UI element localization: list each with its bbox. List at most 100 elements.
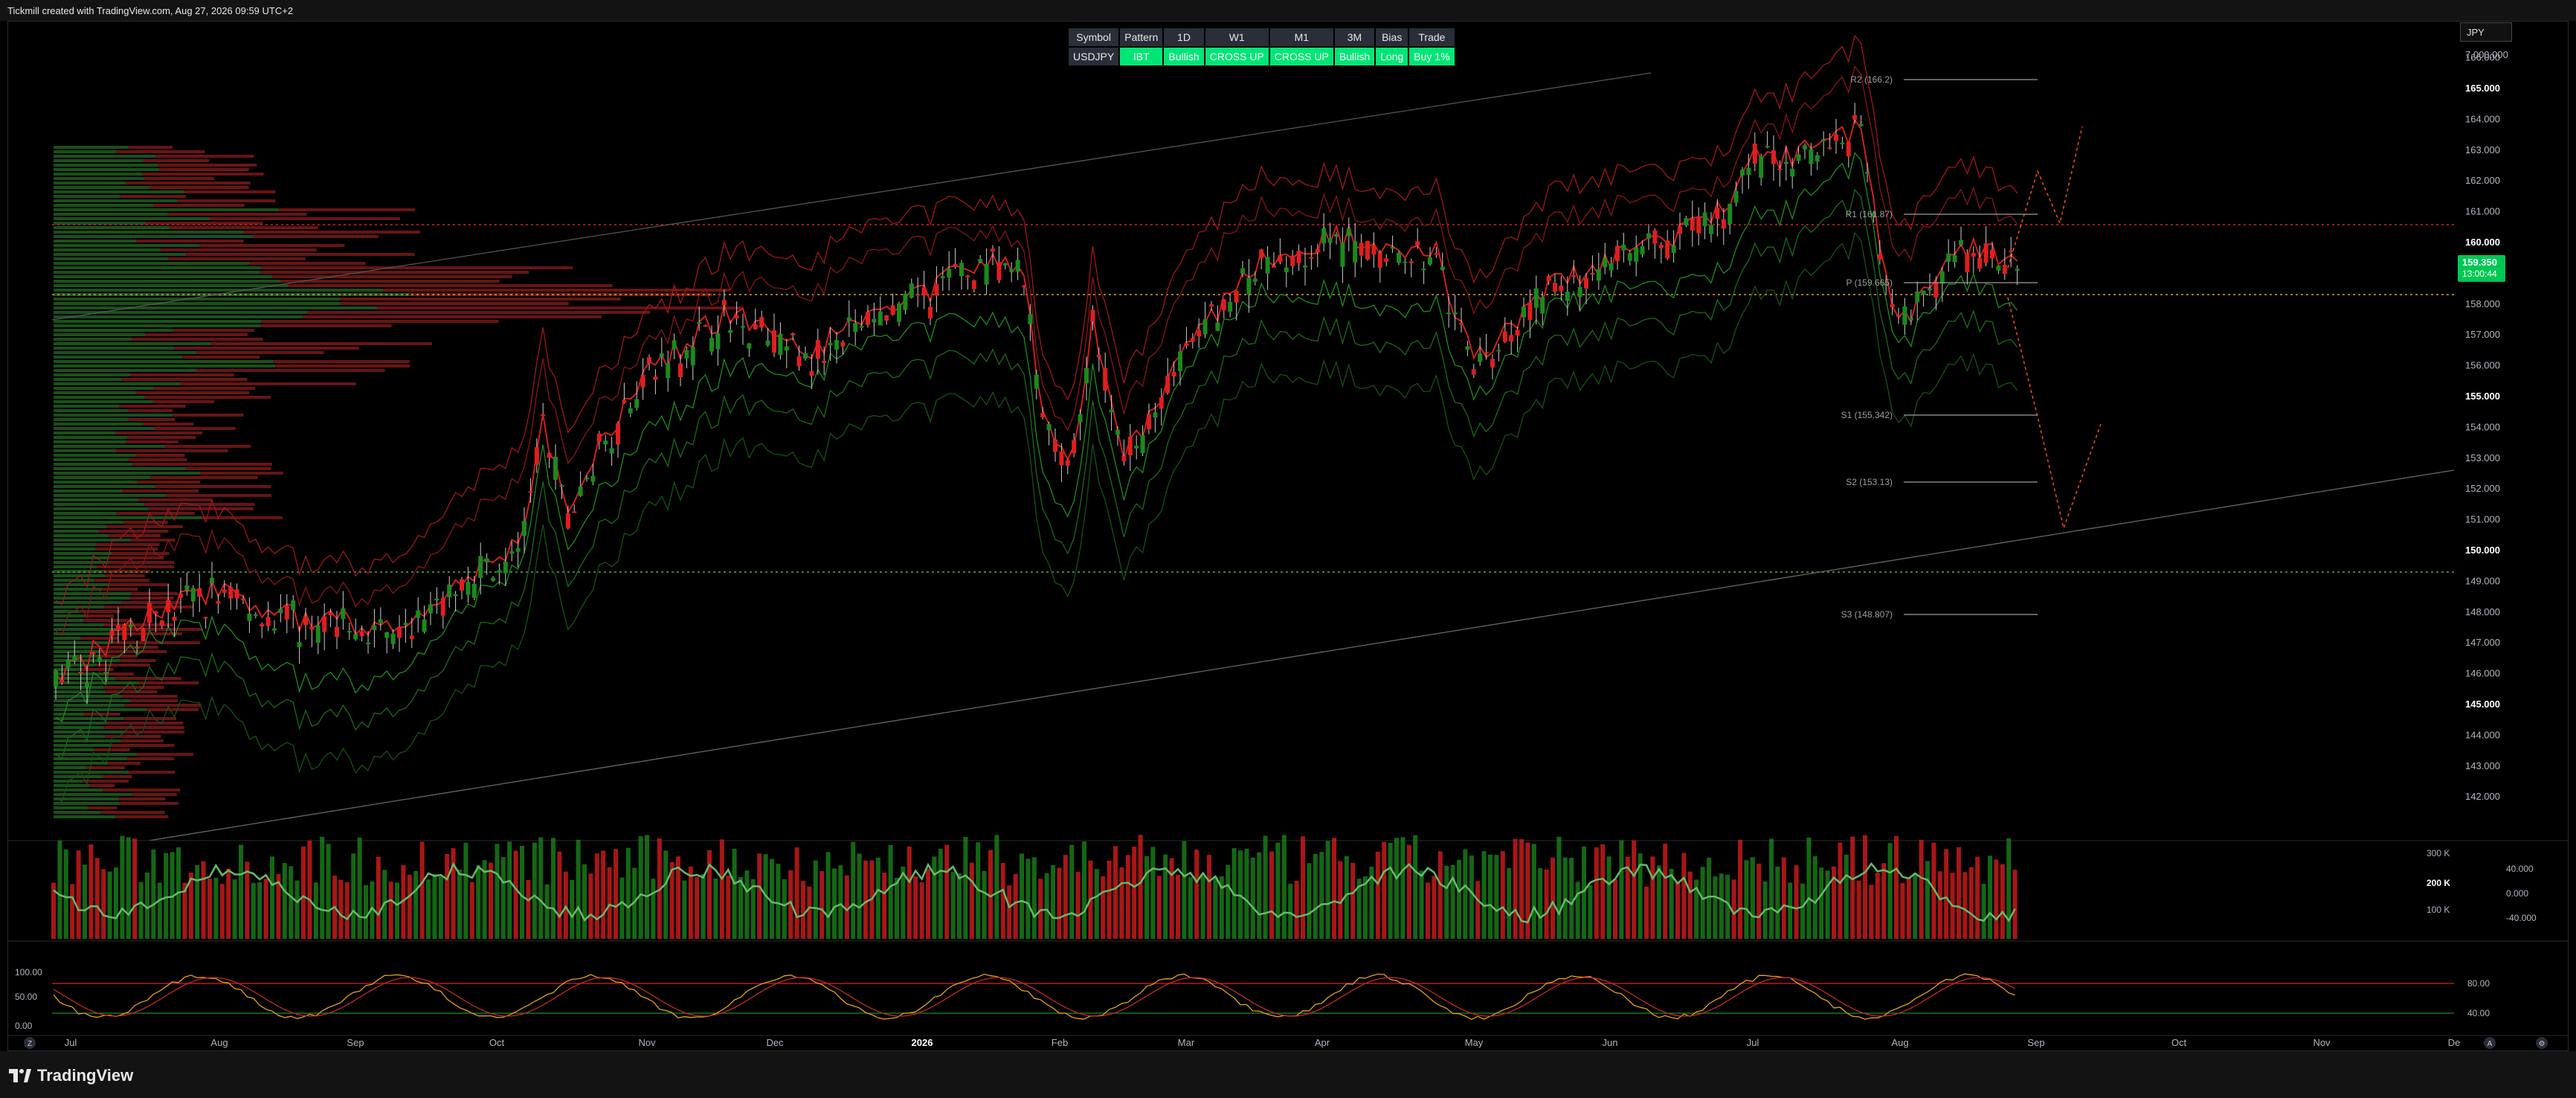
table-header-3: W1 xyxy=(1205,28,1269,46)
volume-bar xyxy=(469,882,474,939)
tradingview-logo[interactable]: TradingView xyxy=(9,1066,133,1085)
profile-bar-down xyxy=(144,177,215,180)
candle-body xyxy=(54,670,58,687)
table-value-4: CROSS UP xyxy=(1269,48,1333,65)
volume-tick: 200 K xyxy=(2427,878,2450,888)
profile-bar-down xyxy=(137,753,193,756)
candle-body xyxy=(1384,258,1389,262)
volume-bar xyxy=(1413,835,1418,939)
volume-bar xyxy=(1432,876,1437,939)
candle-body xyxy=(128,624,133,628)
volume-bar xyxy=(1469,855,1474,939)
volume-pane: 300 K 200 K 100 K 40.000 0.000 -40.000 xyxy=(7,835,2569,939)
candle-body xyxy=(1546,276,1551,281)
volume-bar xyxy=(938,849,943,939)
profile-bar-down xyxy=(80,637,119,640)
volume-bar xyxy=(1419,870,1424,939)
profile-bar-up xyxy=(54,530,99,533)
candle-body xyxy=(347,631,352,633)
volume-bar xyxy=(407,874,412,939)
volume-bar xyxy=(1738,839,1742,939)
volume-bar xyxy=(1513,838,1518,939)
profile-bar-down xyxy=(126,440,178,443)
volume-bar xyxy=(1294,881,1299,939)
volume-bar xyxy=(101,869,106,939)
pivot-label: S3 (148.807) xyxy=(1841,609,1893,620)
candle-body xyxy=(422,619,427,632)
time-axis: Jul Aug Sep Oct Nov Dec 2026 Feb Mar Apr May Jun Jul… xyxy=(7,1035,2569,1049)
volume-bar xyxy=(1457,859,1461,939)
profile-bar-down xyxy=(152,400,215,403)
volume-bar xyxy=(1600,844,1606,939)
tradingview-logo-icon xyxy=(9,1069,31,1082)
candle-body xyxy=(197,588,202,597)
profile-bar-down xyxy=(86,614,115,617)
profile-bar-down xyxy=(79,610,120,613)
profile-bar-up xyxy=(54,722,107,725)
candle-body xyxy=(1946,253,1951,263)
candle-body xyxy=(2002,264,2007,274)
profile-bar-up xyxy=(54,440,126,443)
volume-bar xyxy=(888,844,893,939)
profile-bar-up xyxy=(54,704,125,707)
profile-bar-up xyxy=(54,190,185,193)
price-tick: 157.000 xyxy=(2465,329,2500,340)
pivot-label: P (159.665) xyxy=(1846,277,1893,288)
profile-bar-down xyxy=(124,704,202,707)
candle-body xyxy=(1334,234,1339,237)
volume-bar xyxy=(1531,844,1536,939)
volume-bar xyxy=(594,853,599,939)
profile-bar-down xyxy=(145,333,248,336)
table-value-1: IBT xyxy=(1120,48,1163,65)
profile-bar-down xyxy=(252,235,379,238)
candle-body xyxy=(1996,265,2001,271)
candle-body xyxy=(178,593,183,598)
volume-bar xyxy=(1281,835,1287,939)
volume-bar xyxy=(132,838,138,939)
candle-body xyxy=(759,317,764,328)
volume-bar xyxy=(489,862,493,939)
profile-bar-up xyxy=(54,748,94,751)
volume-bar xyxy=(1388,842,1393,939)
profile-bar-down xyxy=(118,797,166,800)
candle-body xyxy=(1165,376,1171,394)
profile-bar-up xyxy=(54,463,133,466)
profile-bar-up xyxy=(54,619,84,622)
volume-bar xyxy=(94,858,100,939)
candle-body xyxy=(253,614,258,616)
candle-body xyxy=(1272,265,1276,268)
candle-body xyxy=(840,341,846,347)
volume-bar xyxy=(782,879,787,939)
profile-bar-down xyxy=(120,739,164,742)
profile-bar-down xyxy=(146,708,199,711)
volume-bar xyxy=(301,847,306,939)
candle-body xyxy=(1428,257,1432,265)
profile-bar-up xyxy=(54,614,86,617)
volume-bar xyxy=(326,844,331,939)
candle-body xyxy=(596,434,602,442)
candle-body xyxy=(1459,323,1464,325)
candle-body xyxy=(1002,263,1008,266)
volume-bar xyxy=(732,848,737,939)
profile-bar-down xyxy=(143,159,210,162)
profile-bar-down xyxy=(116,512,195,515)
volume-bar xyxy=(1250,857,1255,939)
volume-bar xyxy=(863,860,868,939)
profile-bar-up xyxy=(54,623,105,626)
volume-bar xyxy=(219,884,225,939)
volume-bar xyxy=(2006,838,2012,939)
volume-bar xyxy=(1650,856,1655,939)
candle-body xyxy=(1202,319,1208,335)
volume-bar xyxy=(395,882,399,939)
volume-bar xyxy=(126,837,131,939)
volume-bar xyxy=(245,861,250,939)
chart-canvas[interactable]: R2 (166.2) R1 (161.87) P (159.665) S1 (155.… xyxy=(0,0,2576,1098)
candle-body xyxy=(1315,248,1320,253)
currency-button[interactable]: JPY xyxy=(2460,22,2512,42)
profile-bar-down xyxy=(155,485,271,488)
volume-bar xyxy=(875,857,880,939)
volume-bar xyxy=(1588,885,1593,939)
profile-bar-up xyxy=(54,195,120,198)
candle-body xyxy=(1478,353,1483,362)
time-tick: Sep xyxy=(2027,1037,2044,1048)
